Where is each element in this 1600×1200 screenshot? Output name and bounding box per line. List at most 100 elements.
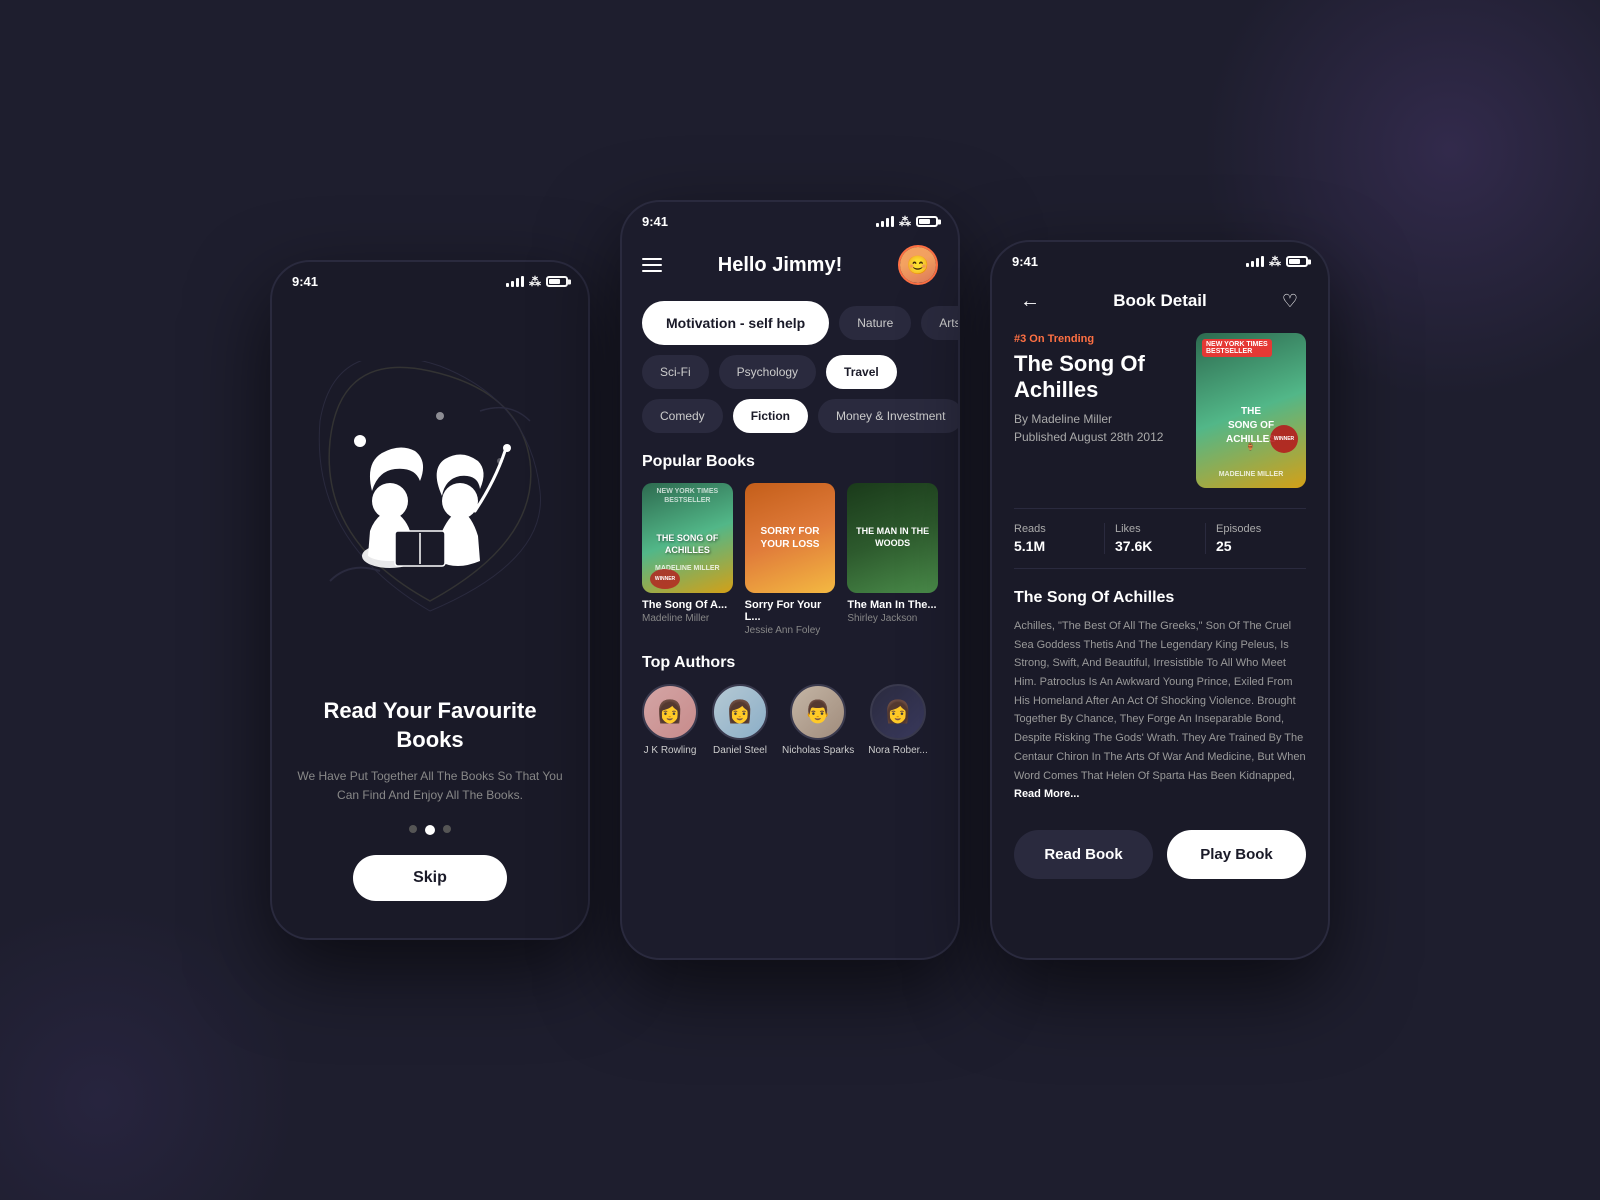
onboard-content: Read Your Favourite Books We Have Put To… — [272, 295, 588, 931]
author-name-1: J K Rowling — [644, 745, 697, 756]
signal-icon-3 — [1246, 256, 1264, 267]
book-author-1: Madeline Miller — [642, 613, 733, 624]
battery-icon-3 — [1286, 256, 1308, 267]
home-content: Hello Jimmy! 😊 Motivation - self help Na… — [622, 235, 958, 756]
detail-content: ← Book Detail ♡ #3 On Trending The Song … — [992, 275, 1328, 895]
book-name-2: Sorry For Your L... — [745, 599, 836, 623]
stat-likes: Likes 37.6K — [1105, 523, 1206, 554]
author-name-4: Nora Rober... — [868, 745, 927, 756]
onboard-subtitle: We Have Put Together All The Books So Th… — [292, 767, 568, 805]
stat-episodes-value: 25 — [1216, 538, 1296, 554]
author-item-3[interactable]: 👨 Nicholas Sparks — [782, 684, 854, 756]
stat-likes-label: Likes — [1115, 523, 1195, 535]
dot-1 — [409, 825, 417, 833]
trending-badge: #3 On Trending — [1014, 333, 1180, 345]
heart-button[interactable]: ♡ — [1274, 285, 1306, 317]
book-detail-date: Published August 28th 2012 — [1014, 430, 1180, 444]
author-item-1[interactable]: 👩 J K Rowling — [642, 684, 698, 756]
book-cover-text-1: NEW YORK TIMES BESTSELLER THE SONG OF AC… — [642, 483, 733, 593]
book-cover-1: NEW YORK TIMES BESTSELLER THE SONG OF AC… — [642, 483, 733, 593]
description-text: Achilles, "The Best Of All The Greeks," … — [1014, 617, 1306, 804]
status-bar-1: 9:41 ⁂ — [272, 262, 588, 295]
author-avatar-3: 👨 — [790, 684, 846, 740]
chip-motivation[interactable]: Motivation - self help — [642, 301, 829, 345]
author-avatar-2: 👩 — [712, 684, 768, 740]
signal-icon-2 — [876, 216, 894, 227]
onboard-illustration — [292, 305, 568, 697]
popular-books-title: Popular Books — [642, 453, 938, 471]
author-avatar-1: 👩 — [642, 684, 698, 740]
home-header: Hello Jimmy! 😊 — [642, 235, 938, 301]
home-greeting: Hello Jimmy! — [718, 254, 842, 277]
book-name-3: The Man In The... — [847, 599, 938, 611]
chip-fiction[interactable]: Fiction — [733, 399, 808, 433]
back-button[interactable]: ← — [1014, 285, 1046, 317]
book-card-3[interactable]: THE MAN IN THE WOODS The Man In The... S… — [847, 483, 938, 636]
book-author-3: Shirley Jackson — [847, 613, 938, 624]
action-buttons: Read Book Play Book — [1014, 814, 1306, 895]
stat-likes-value: 37.6K — [1115, 538, 1195, 554]
chip-arts[interactable]: Arts — [921, 306, 958, 340]
chip-nature[interactable]: Nature — [839, 306, 911, 340]
author-name-3: Nicholas Sparks — [782, 745, 854, 756]
authors-row: 👩 J K Rowling 👩 Daniel Steel 👨 Nicholas … — [642, 684, 938, 756]
book-detail-info: #3 On Trending The Song Of Achilles By M… — [1014, 333, 1180, 488]
books-row: NEW YORK TIMES BESTSELLER THE SONG OF AC… — [642, 483, 938, 636]
status-time-2: 9:41 — [642, 214, 668, 229]
stat-reads: Reads 5.1M — [1014, 523, 1105, 554]
book-detail-title: The Song Of Achilles — [1014, 351, 1180, 404]
chip-psychology[interactable]: Psychology — [719, 355, 816, 389]
read-book-button[interactable]: Read Book — [1014, 830, 1153, 879]
genre-row-2: Sci-Fi Psychology Travel — [642, 355, 938, 389]
wifi-icon-1: ⁂ — [529, 275, 541, 289]
book-author-2: Jessie Ann Foley — [745, 625, 836, 636]
status-icons-2: ⁂ — [876, 215, 938, 229]
status-icons-1: ⁂ — [506, 275, 568, 289]
phone-book-detail: 9:41 ⁂ ← Book Detail ♡ #3 On Tr — [990, 240, 1330, 960]
wifi-icon-2: ⁂ — [899, 215, 911, 229]
book-cover-text-2: SORRY FOR YOUR LOSS — [745, 483, 836, 593]
phone-home: 9:41 ⁂ Hello Jimmy! 😊 — [620, 200, 960, 960]
chip-scifi[interactable]: Sci-Fi — [642, 355, 709, 389]
book-detail-cover: NEW YORK TIMESBESTSELLER THESONG OFACHIL… — [1196, 333, 1306, 488]
phone-onboarding: 9:41 ⁂ — [270, 260, 590, 940]
wifi-icon-3: ⁂ — [1269, 255, 1281, 269]
book-card-2[interactable]: SORRY FOR YOUR LOSS Sorry For Your L... … — [745, 483, 836, 636]
play-book-button[interactable]: Play Book — [1167, 830, 1306, 879]
book-cover-2: SORRY FOR YOUR LOSS — [745, 483, 836, 593]
book-cover-3: THE MAN IN THE WOODS — [847, 483, 938, 593]
status-time-1: 9:41 — [292, 274, 318, 289]
avatar[interactable]: 😊 — [898, 245, 938, 285]
cover-inner-text: THESONG OFACHILLES 🏺 MADELINE MILLER WIN… — [1196, 333, 1306, 488]
author-item-4[interactable]: 👩 Nora Rober... — [868, 684, 927, 756]
book-detail-top: #3 On Trending The Song Of Achilles By M… — [1014, 333, 1306, 488]
author-name-2: Daniel Steel — [713, 745, 767, 756]
avatar-image: 😊 — [900, 247, 936, 283]
stat-episodes: Episodes 25 — [1206, 523, 1306, 554]
onboard-title: Read Your Favourite Books — [292, 697, 568, 754]
signal-icon-1 — [506, 276, 524, 287]
detail-page-title: Book Detail — [1113, 291, 1207, 311]
detail-header: ← Book Detail ♡ — [1014, 275, 1306, 333]
status-bar-3: 9:41 ⁂ — [992, 242, 1328, 275]
book-card-1[interactable]: NEW YORK TIMES BESTSELLER THE SONG OF AC… — [642, 483, 733, 636]
chip-travel[interactable]: Travel — [826, 355, 897, 389]
author-avatar-4: 👩 — [870, 684, 926, 740]
chip-money[interactable]: Money & Investment — [818, 399, 958, 433]
top-authors-title: Top Authors — [642, 654, 938, 672]
battery-icon-2 — [916, 216, 938, 227]
hamburger-menu[interactable] — [642, 258, 662, 272]
genre-row-3: Comedy Fiction Money & Investment — [642, 399, 938, 433]
author-item-2[interactable]: 👩 Daniel Steel — [712, 684, 768, 756]
skip-button[interactable]: Skip — [353, 855, 507, 901]
book-name-1: The Song Of A... — [642, 599, 733, 611]
stats-row: Reads 5.1M Likes 37.6K Episodes 25 — [1014, 508, 1306, 569]
chip-comedy[interactable]: Comedy — [642, 399, 723, 433]
status-icons-3: ⁂ — [1246, 255, 1308, 269]
status-bar-2: 9:41 ⁂ — [622, 202, 958, 235]
read-more-link[interactable]: Read More... — [1014, 788, 1079, 800]
book-detail-author: By Madeline Miller — [1014, 412, 1180, 426]
battery-icon-1 — [546, 276, 568, 287]
dot-2 — [425, 825, 435, 835]
stat-reads-label: Reads — [1014, 523, 1094, 535]
